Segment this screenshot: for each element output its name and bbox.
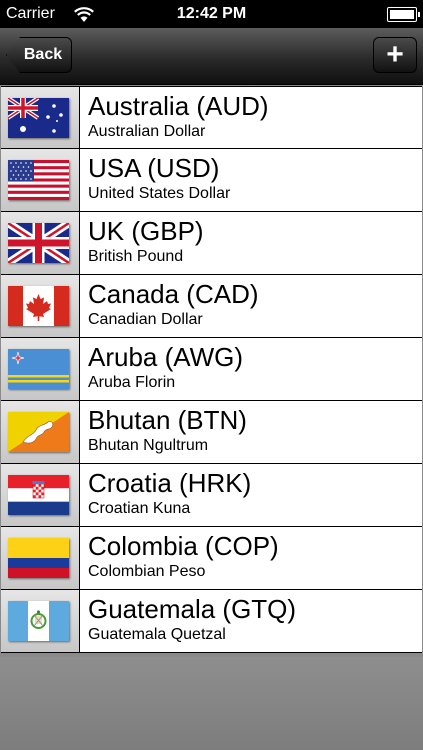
flag-cell bbox=[1, 527, 80, 589]
canada-flag-icon bbox=[8, 286, 69, 326]
list-item[interactable]: Australia (AUD) Australian Dollar bbox=[1, 86, 422, 149]
currency-subtitle: Canadian Dollar bbox=[88, 311, 203, 328]
flag-cell bbox=[1, 464, 80, 526]
usa-flag-icon bbox=[8, 160, 69, 200]
currency-name: Bhutan (BTN) bbox=[88, 405, 247, 435]
bhutan-flag-icon bbox=[8, 412, 69, 452]
currency-subtitle: Australian Dollar bbox=[88, 123, 206, 140]
currency-subtitle: Croatian Kuna bbox=[88, 500, 191, 517]
currency-subtitle: British Pound bbox=[88, 248, 184, 265]
colombia-flag-icon bbox=[8, 538, 69, 578]
flag-cell bbox=[1, 87, 80, 148]
flag-cell bbox=[1, 338, 80, 400]
currency-name: UK (GBP) bbox=[88, 216, 204, 246]
navigation-bar: Back + bbox=[0, 28, 423, 85]
list-item[interactable]: Canada (CAD) Canadian Dollar bbox=[1, 275, 422, 338]
currency-subtitle: Bhutan Ngultrum bbox=[88, 437, 209, 454]
croatia-flag-icon bbox=[8, 475, 69, 515]
list-item[interactable]: UK (GBP) British Pound bbox=[1, 212, 422, 275]
list-item[interactable]: Aruba (AWG) Aruba Florin bbox=[1, 338, 422, 401]
currency-name: Croatia (HRK) bbox=[88, 468, 252, 498]
currency-subtitle: United States Dollar bbox=[88, 185, 231, 202]
guatemala-flag-icon bbox=[8, 601, 69, 641]
currency-subtitle: Colombian Peso bbox=[88, 563, 206, 580]
australia-flag-icon bbox=[8, 98, 69, 138]
currency-subtitle: Aruba Florin bbox=[88, 374, 176, 391]
list-item[interactable]: Guatemala (GTQ) Guatemala Quetzal bbox=[1, 590, 422, 653]
list-item[interactable]: Colombia (COP) Colombian Peso bbox=[1, 527, 422, 590]
currency-name: Colombia (COP) bbox=[88, 531, 279, 561]
currency-name: Aruba (AWG) bbox=[88, 342, 244, 372]
list-item[interactable]: Croatia (HRK) Croatian Kuna bbox=[1, 464, 422, 527]
currency-name: Guatemala (GTQ) bbox=[88, 594, 297, 624]
flag-cell bbox=[1, 212, 80, 274]
flag-cell bbox=[1, 590, 80, 652]
status-bar: Carrier 12:42 PM bbox=[0, 0, 423, 28]
currency-subtitle: Guatemala Quetzal bbox=[88, 626, 226, 643]
battery-icon bbox=[387, 7, 420, 22]
list-item[interactable]: USA (USD) United States Dollar bbox=[1, 149, 422, 212]
list-item[interactable]: Bhutan (BTN) Bhutan Ngultrum bbox=[1, 401, 422, 464]
clock: 12:42 PM bbox=[176, 5, 247, 22]
currency-list: Australia (AUD) Australian Dollar USA (U… bbox=[1, 86, 422, 653]
back-button[interactable]: Back bbox=[6, 37, 72, 73]
currency-name: Canada (CAD) bbox=[88, 279, 259, 309]
aruba-flag-icon bbox=[8, 349, 69, 389]
flag-cell bbox=[1, 401, 80, 463]
currency-name: Australia (AUD) bbox=[88, 91, 269, 121]
empty-background bbox=[0, 657, 423, 750]
flag-cell bbox=[1, 149, 80, 211]
add-currency-button[interactable]: + bbox=[373, 37, 417, 73]
uk-flag-icon bbox=[8, 223, 69, 263]
flag-cell bbox=[1, 275, 80, 337]
currency-name: USA (USD) bbox=[88, 153, 220, 183]
